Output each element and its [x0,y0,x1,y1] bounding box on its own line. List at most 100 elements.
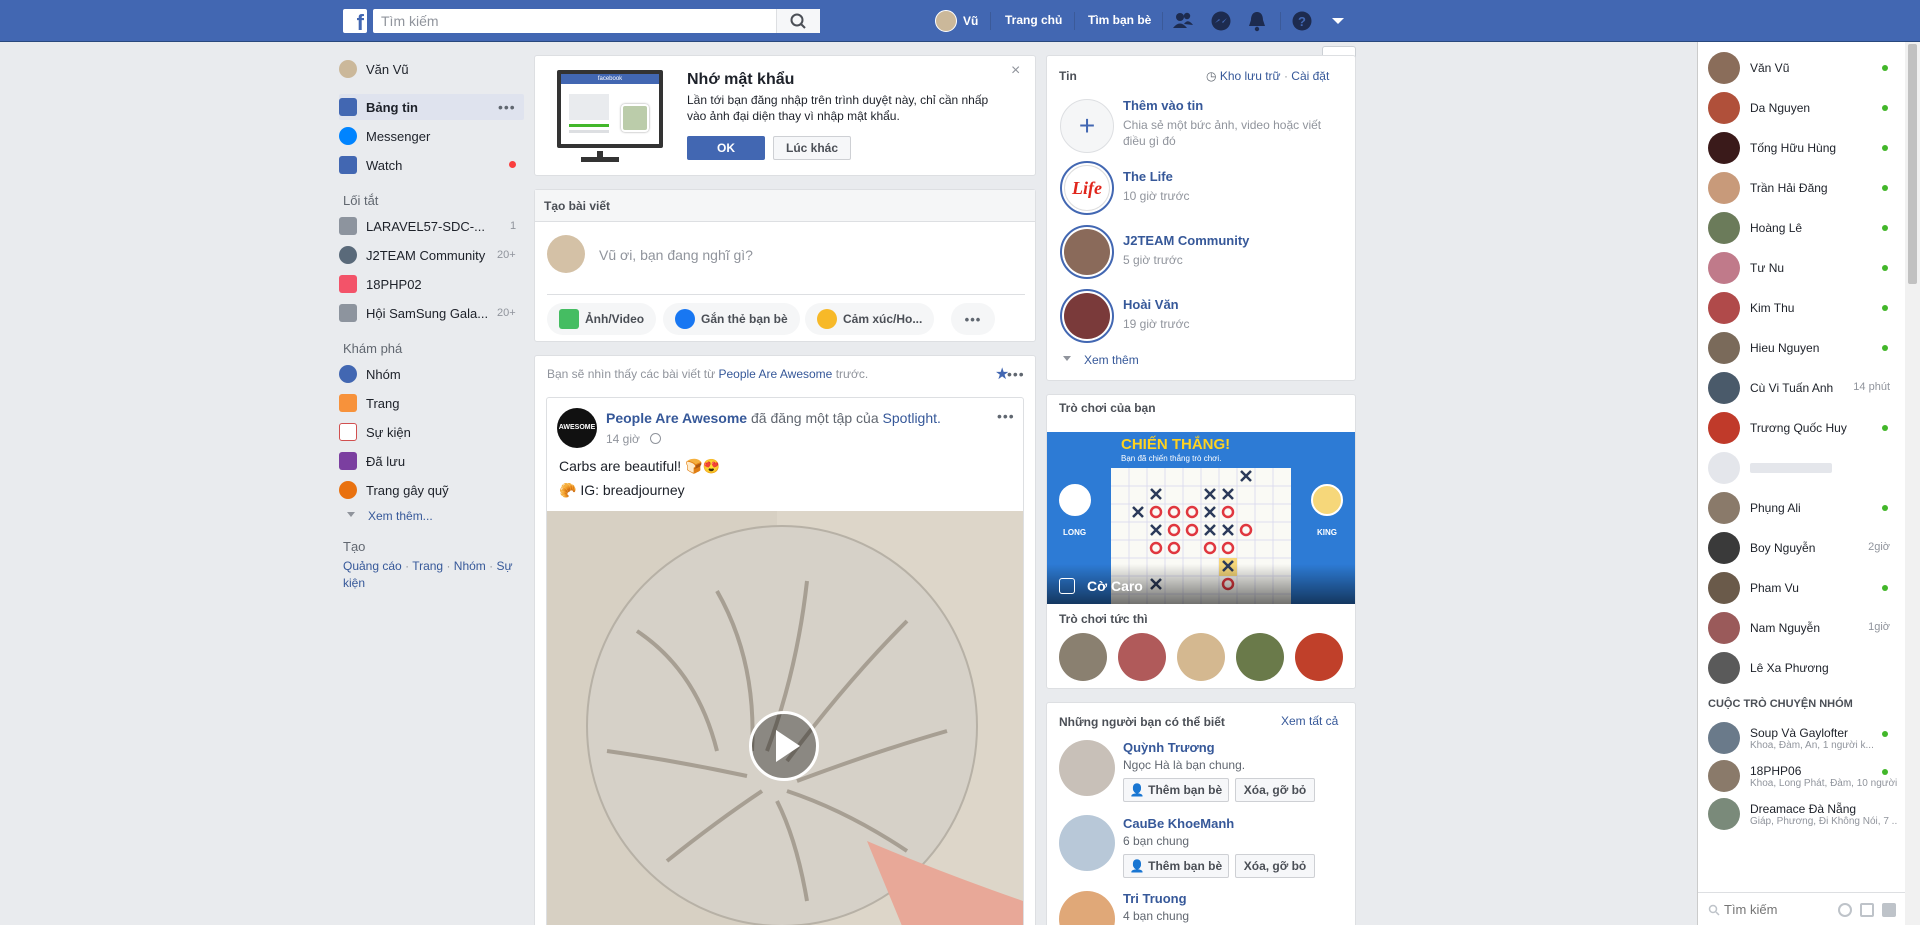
video-player[interactable] [547,511,1023,925]
later-button[interactable]: Lúc khác [773,136,851,160]
group-chat-icon[interactable] [1882,903,1896,917]
story-ring[interactable]: Life [1060,161,1114,215]
chat-contact[interactable]: Cù Vi Tuấn Anh 14 phút [1708,370,1898,406]
chat-contact-placeholder[interactable] [1708,450,1898,486]
chat-search-input[interactable] [1724,899,1834,919]
avatar[interactable] [1059,815,1115,871]
chat-contact[interactable]: Boy Nguyễn 2giờ [1708,530,1898,566]
find-friends-link[interactable]: Tìm bạn bè [1088,13,1151,27]
chat-contact[interactable]: Phụng Ali [1708,490,1898,526]
left-nav-watch[interactable]: Watch [339,152,402,178]
story-name[interactable]: J2TEAM Community [1123,233,1249,248]
chat-contact[interactable]: Pham Vu [1708,570,1898,606]
author-link[interactable]: People Are Awesome [606,410,747,426]
target-link[interactable]: Spotlight. [883,410,941,426]
explore-item-groups[interactable]: Nhóm [339,361,401,387]
chat-contact[interactable]: Da Nguyen [1708,90,1898,126]
chat-contact[interactable]: Văn Vũ [1708,50,1898,86]
avatar[interactable] [1059,891,1115,925]
story-name[interactable]: The Life [1123,169,1173,184]
explore-item-fundraisers[interactable]: Trang gây quỹ [339,477,449,503]
close-icon[interactable]: × [1011,62,1020,80]
gear-icon[interactable] [1838,903,1852,917]
avatar [1708,452,1740,484]
add-story-button[interactable]: + [1060,99,1114,153]
create-ad-link[interactable]: Quảng cáo [343,559,402,573]
compose-icon[interactable] [1860,903,1874,917]
create-group-link[interactable]: Nhóm [454,559,486,573]
help-icon[interactable]: ? [1291,10,1313,32]
left-nav-news-feed[interactable]: Bảng tin [339,94,418,120]
instant-game-icon[interactable] [1118,633,1166,681]
explore-item-pages[interactable]: Trang [339,390,399,416]
chevron-down-icon[interactable] [1327,10,1349,32]
person-name[interactable]: Tri Truong [1123,891,1187,906]
photo-video-button[interactable]: Ảnh/Video [547,303,657,335]
search-button[interactable] [776,9,820,33]
group-chat-item[interactable]: Dreamace Đà Nẵng Giáp, Phương, Đi Không … [1708,796,1898,832]
more-options-icon[interactable]: ••• [997,408,1015,424]
stories-see-more-link[interactable]: Xem thêm [1084,353,1139,367]
page-link[interactable]: People Are Awesome [718,367,832,381]
shortcut-item[interactable]: LARAVEL57-SDC-... [339,213,485,239]
game-banner[interactable]: CHIẾN THẮNG! Bạn đã chiến thắng trò chơi… [1047,432,1355,604]
avatar[interactable] [1059,740,1115,796]
add-story-link[interactable]: Thêm vào tin [1123,98,1203,113]
settings-link[interactable]: Cài đặt [1291,69,1329,83]
group-chat-item[interactable]: 18PHP06 Khoa, Long Phát, Đàm, 10 người..… [1708,758,1898,794]
more-options-icon[interactable]: ••• [951,303,995,335]
notifications-icon[interactable] [1246,10,1268,32]
search-input[interactable] [373,9,820,33]
chat-contact[interactable]: Trương Quốc Huy [1708,410,1898,446]
composer-input[interactable]: Vũ ơi, bạn đang nghĩ gì? [599,247,753,263]
more-options-icon[interactable]: ••• [1007,366,1025,382]
post-time[interactable]: 14 giờ [606,432,640,446]
remove-button[interactable]: Xóa, gỡ bỏ [1235,854,1315,878]
instant-game-icon[interactable] [1059,633,1107,681]
group-chat-item[interactable]: Soup Và Gaylofter Khoa, Đàm, An, 1 người… [1708,720,1898,756]
story-ring[interactable] [1060,289,1114,343]
chat-contact[interactable]: Tư Nu [1708,250,1898,286]
shortcut-item[interactable]: Hội SamSung Gala... [339,300,488,326]
story-ring[interactable] [1060,225,1114,279]
home-link[interactable]: Trang chủ [1005,13,1062,27]
chat-contact[interactable]: Nam Nguyễn 1giờ [1708,610,1898,646]
person-name[interactable]: CauBe KhoeManh [1123,816,1234,831]
chat-contact[interactable]: Trần Hải Đăng [1708,170,1898,206]
instant-game-icon[interactable] [1236,633,1284,681]
composer-title[interactable]: Tạo bài viết [544,199,610,213]
archive-link[interactable]: Kho lưu trữ [1220,69,1281,83]
chat-contact[interactable]: Kim Thu [1708,290,1898,326]
play-button[interactable] [749,711,819,781]
explore-item-saved[interactable]: Đã lưu [339,448,405,474]
see-more-link[interactable]: Xem thêm... [368,509,433,523]
add-friend-button[interactable]: 👤 Thêm bạn bè [1123,778,1229,802]
profile-link[interactable]: Vũ [935,9,978,33]
create-page-link[interactable]: Trang [412,559,443,573]
remove-button[interactable]: Xóa, gỡ bỏ [1235,778,1315,802]
shortcut-item[interactable]: 18PHP02 [339,271,422,297]
explore-item-events[interactable]: Sự kiện [339,419,411,445]
chat-contact[interactable]: Tống Hữu Hùng [1708,130,1898,166]
messenger-icon[interactable] [1210,10,1232,32]
facebook-logo[interactable]: f [343,9,367,33]
add-friend-button[interactable]: 👤 Thêm bạn bè [1123,854,1229,878]
scrollbar[interactable] [1905,42,1920,925]
instant-game-icon[interactable] [1295,633,1343,681]
chat-contact[interactable]: Hieu Nguyen [1708,330,1898,366]
shortcut-item[interactable]: J2TEAM Community [339,242,485,268]
left-nav-profile[interactable]: Văn Vũ [339,56,409,82]
more-options-icon[interactable]: ••• [498,99,516,115]
instant-game-icon[interactable] [1177,633,1225,681]
friend-requests-icon[interactable] [1172,10,1194,32]
chat-contact[interactable]: Lê Xa Phương [1708,650,1898,686]
left-nav-messenger[interactable]: Messenger [339,123,430,149]
scrollbar-thumb[interactable] [1908,44,1917,284]
chat-contact[interactable]: Hoàng Lê [1708,210,1898,246]
tag-friends-button[interactable]: Gắn thẻ bạn bè [663,303,800,335]
ok-button[interactable]: OK [687,136,765,160]
feeling-button[interactable]: Cảm xúc/Ho... [805,303,935,335]
story-name[interactable]: Hoài Văn [1123,297,1179,312]
see-all-link[interactable]: Xem tất cả [1281,714,1338,728]
person-name[interactable]: Quỳnh Trương [1123,740,1215,755]
